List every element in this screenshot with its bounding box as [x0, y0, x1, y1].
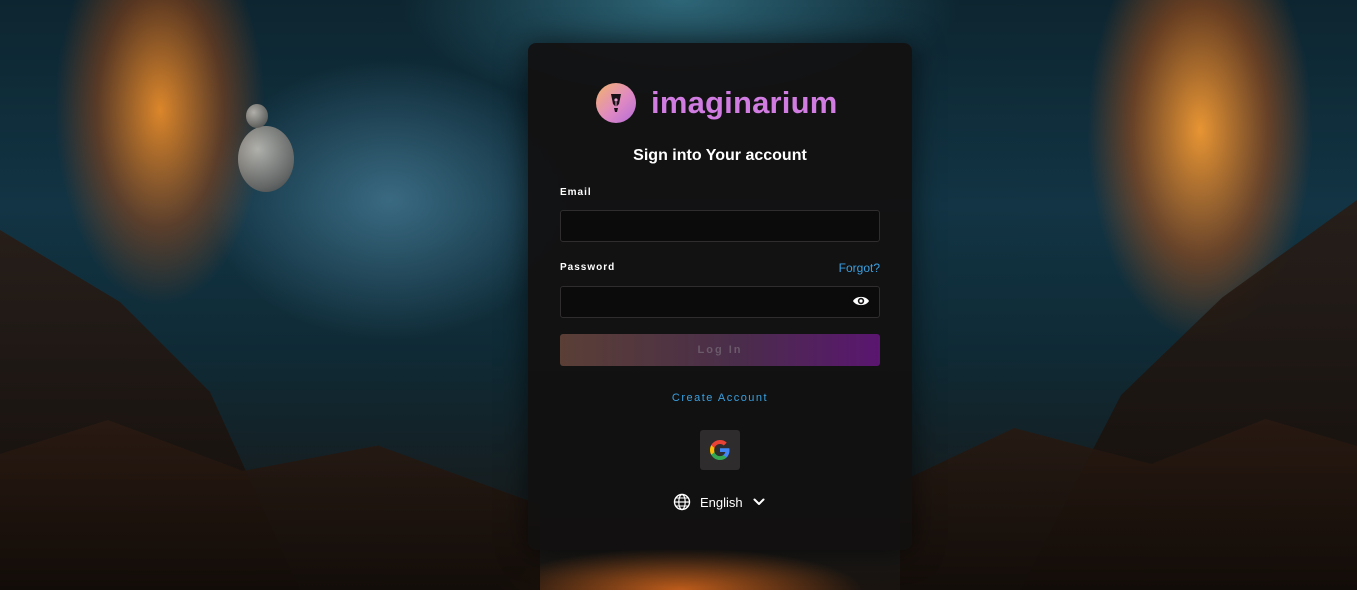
login-button[interactable]: Log In — [560, 334, 880, 366]
pen-nib-logo-icon — [596, 83, 636, 123]
password-field[interactable] — [560, 286, 880, 318]
page-title: Sign into Your account — [633, 147, 807, 164]
chevron-down-icon — [753, 498, 765, 505]
email-field[interactable] — [560, 210, 880, 242]
google-sign-in-button[interactable] — [700, 430, 740, 470]
brand: imaginarium — [596, 83, 838, 123]
language-label: English — [700, 494, 743, 510]
planet-small — [246, 104, 268, 128]
left-foreground-rocks — [0, 420, 540, 590]
create-account-link[interactable]: Create Account — [528, 392, 912, 404]
eye-icon[interactable] — [852, 294, 870, 308]
language-selector[interactable]: English — [673, 492, 765, 512]
email-label: Email — [560, 187, 592, 198]
google-g-icon — [710, 440, 730, 460]
password-label: Password — [560, 262, 616, 273]
login-card: imaginarium Sign into Your account Email… — [528, 43, 912, 550]
brand-name: imaginarium — [651, 85, 838, 120]
forgot-password-link[interactable]: Forgot? — [839, 261, 880, 275]
planet-large — [238, 126, 294, 192]
globe-icon — [673, 493, 691, 511]
